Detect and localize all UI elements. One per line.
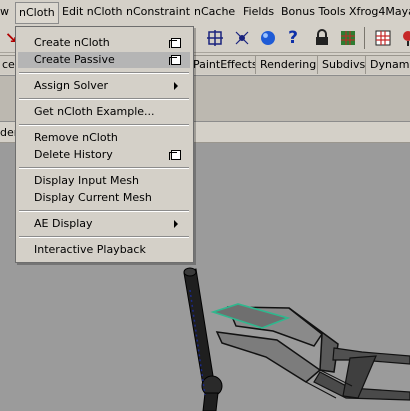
create-passive-label: Create Passive bbox=[34, 53, 115, 66]
delete-history-item[interactable]: Delete History bbox=[18, 147, 190, 163]
shelf-tab-painteffects[interactable]: PaintEffects bbox=[188, 55, 263, 74]
assign-solver-item[interactable]: Assign Solver bbox=[18, 78, 190, 94]
display-input-mesh-label: Display Input Mesh bbox=[34, 174, 139, 187]
interactive-playback-label: Interactive Playback bbox=[34, 243, 146, 256]
menu-window[interactable]: w bbox=[0, 5, 9, 18]
menu-separator bbox=[19, 167, 189, 169]
ae-display-item[interactable]: AE Display bbox=[18, 216, 190, 232]
marker-icon[interactable] bbox=[397, 27, 410, 49]
shelf-tab-dynamics[interactable]: Dynamic bbox=[365, 55, 410, 74]
submenu-arrow-icon bbox=[174, 220, 178, 228]
display-current-mesh-item[interactable]: Display Current Mesh bbox=[18, 190, 190, 206]
help-icon[interactable]: ? bbox=[282, 27, 304, 49]
display-current-mesh-label: Display Current Mesh bbox=[34, 191, 152, 204]
menu-bonus-tools[interactable]: Bonus Tools bbox=[281, 5, 346, 18]
interactive-playback-item[interactable]: Interactive Playback bbox=[18, 242, 190, 258]
menu-edit-ncloth[interactable]: Edit nCloth bbox=[62, 5, 123, 18]
delete-history-options-icon[interactable] bbox=[169, 150, 181, 160]
ae-display-label: AE Display bbox=[34, 217, 93, 230]
delete-history-label: Delete History bbox=[34, 148, 113, 161]
menu-ncache[interactable]: nCache bbox=[194, 5, 235, 18]
create-ncloth-options-icon[interactable] bbox=[169, 38, 181, 48]
menu-separator bbox=[19, 98, 189, 100]
lattice-icon[interactable] bbox=[204, 27, 226, 49]
spider-icon[interactable] bbox=[231, 27, 253, 49]
submenu-arrow-icon bbox=[174, 82, 178, 90]
pole-shape bbox=[183, 268, 215, 386]
shelf-tab-rendering[interactable]: Rendering bbox=[255, 55, 322, 74]
pole-lower-segment bbox=[202, 392, 219, 411]
sphere-icon[interactable] bbox=[257, 27, 279, 49]
assign-solver-label: Assign Solver bbox=[34, 79, 109, 92]
get-ncloth-example-item[interactable]: Get nCloth Example... bbox=[18, 104, 190, 120]
menu-separator bbox=[19, 72, 189, 74]
remove-ncloth-label: Remove nCloth bbox=[34, 131, 118, 144]
create-passive-item[interactable]: Create Passive bbox=[18, 52, 190, 68]
menu-separator bbox=[19, 236, 189, 238]
get-ncloth-example-label: Get nCloth Example... bbox=[34, 105, 155, 118]
menu-xfrog4maya[interactable]: Xfrog4Maya bbox=[349, 5, 410, 18]
display-input-mesh-item[interactable]: Display Input Mesh bbox=[18, 173, 190, 189]
menu-fields[interactable]: Fields bbox=[243, 5, 274, 18]
main-menubar: w nCloth Edit nCloth nConstraint nCache … bbox=[0, 0, 410, 25]
ncloth-dropdown-menu: Create nCloth Create Passive Assign Solv… bbox=[15, 26, 194, 263]
create-ncloth-label: Create nCloth bbox=[34, 36, 110, 49]
create-ncloth-item[interactable]: Create nCloth bbox=[18, 35, 190, 51]
menu-separator bbox=[19, 210, 189, 212]
lock-icon[interactable] bbox=[311, 27, 333, 49]
toolbar-divider bbox=[364, 27, 365, 49]
menu-separator bbox=[19, 124, 189, 126]
render-icon[interactable] bbox=[372, 27, 394, 49]
grid-icon[interactable] bbox=[337, 27, 359, 49]
pole-top-cap bbox=[183, 267, 197, 277]
shelf-tab-subdivs[interactable]: Subdivs bbox=[317, 55, 371, 74]
menu-nconstraint[interactable]: nConstraint bbox=[126, 5, 190, 18]
menu-ncloth[interactable]: nCloth bbox=[15, 2, 59, 24]
remove-ncloth-item[interactable]: Remove nCloth bbox=[18, 130, 190, 146]
create-passive-options-icon[interactable] bbox=[169, 55, 181, 65]
